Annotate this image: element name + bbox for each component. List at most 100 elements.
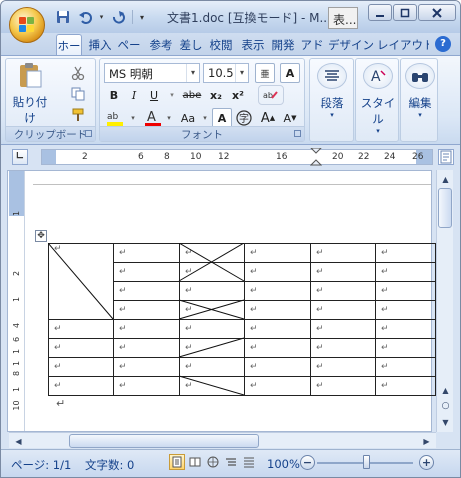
table-cell[interactable]: ↵ [375, 243, 436, 263]
page-count[interactable]: ページ: 1/1 [11, 457, 71, 473]
browse-object-icon[interactable]: ○ [438, 398, 453, 414]
table-row[interactable]: ↵ ↵ ↵ ↵ ↵ ↵ [48, 338, 436, 358]
table-cell[interactable]: ↵ [179, 357, 245, 377]
horizontal-scroll-thumb[interactable] [69, 434, 259, 448]
view-ruler-button[interactable] [438, 149, 454, 165]
table-cell[interactable]: ↵ [375, 300, 436, 320]
zoom-slider-knob[interactable] [363, 455, 370, 469]
superscript-button[interactable]: x² [228, 85, 248, 105]
dialog-launcher-icon[interactable] [85, 130, 92, 137]
indent-marker-icon[interactable] [310, 148, 322, 166]
enclose-char-button[interactable]: 字 [234, 108, 254, 128]
paragraph-button[interactable]: 段落 ▾ [312, 63, 352, 119]
web-layout-view-button[interactable] [205, 454, 221, 470]
table-cell[interactable]: ↵ [375, 281, 436, 301]
table-cell[interactable]: ↵ [310, 281, 376, 301]
vertical-scroll-thumb[interactable] [438, 188, 452, 228]
office-button[interactable] [9, 7, 45, 43]
vertical-scrollbar[interactable]: ▲ ▲ ○ ▼ [436, 170, 453, 432]
table-cell[interactable]: ↵ [113, 338, 180, 358]
tab-references[interactable]: 参考 [147, 34, 175, 55]
tab-addins[interactable]: アド [299, 34, 325, 55]
tab-view[interactable]: 表示 [239, 34, 267, 55]
table-cell[interactable]: ↵ [179, 281, 245, 301]
customize-qat-icon[interactable]: ▾ [137, 8, 147, 26]
italic-button[interactable]: I [124, 85, 144, 105]
ruby-button[interactable]: 亜 [255, 63, 275, 83]
next-page-icon[interactable]: ▼ [438, 414, 453, 430]
table-row[interactable]: ↵ ↵ ↵ ↵ ↵ ↵ [48, 319, 436, 339]
strikethrough-button[interactable]: abe [180, 85, 204, 105]
tab-design[interactable]: デザイン [327, 34, 375, 55]
tab-insert[interactable]: 挿入 [87, 34, 113, 55]
char-border-button[interactable]: A [280, 63, 300, 83]
table-cell[interactable]: ↵ [310, 357, 376, 377]
scroll-up-icon[interactable]: ▲ [438, 171, 453, 187]
bold-button[interactable]: B [104, 85, 124, 105]
table-cell[interactable]: ↵ [48, 376, 114, 396]
tab-developer[interactable]: 開発 [269, 34, 297, 55]
tab-home[interactable]: ホー [56, 34, 82, 55]
table-row[interactable]: ↵ ↵ ↵ ↵ ↵ ↵ [48, 357, 436, 377]
table-cell[interactable]: ↵ [375, 376, 436, 396]
table-cell[interactable]: ↵ [179, 376, 245, 396]
table-move-handle[interactable]: ✥ [35, 230, 47, 242]
table-cell[interactable]: ↵ [244, 262, 311, 282]
table-cell[interactable]: ↵ [48, 243, 114, 320]
copy-button[interactable] [68, 84, 88, 104]
horizontal-ruler[interactable]: 2 6 8 10 12 16 20 22 24 26 [41, 148, 433, 166]
highlight-button[interactable]: ab [104, 108, 128, 128]
table-cell[interactable]: ↵ [244, 243, 311, 263]
cut-button[interactable] [68, 63, 88, 83]
table-cell[interactable]: ↵ [310, 243, 376, 263]
table-row[interactable]: ↵ ↵ ↵ ↵ ↵ ↵ [48, 376, 436, 396]
edit-button[interactable]: 編集 ▾ [401, 63, 439, 119]
table-cell[interactable]: ↵ [375, 262, 436, 282]
tab-review[interactable]: 校閲 [207, 34, 235, 55]
table-cell[interactable]: ↵ [179, 243, 245, 263]
font-name-combo[interactable]: MS 明朝 ▾ [104, 63, 200, 83]
table-cell[interactable]: ↵ [113, 357, 180, 377]
dialog-launcher-icon[interactable] [294, 130, 301, 137]
font-color-button[interactable]: A [142, 108, 164, 128]
vertical-ruler[interactable]: 1 2 1 4 1 6 1 8 1 10 [9, 171, 25, 431]
table-cell[interactable]: ↵ [375, 319, 436, 339]
zoom-level[interactable]: 100% [267, 457, 300, 471]
tab-selector[interactable]: ∟ [12, 149, 28, 165]
help-icon[interactable]: ? [435, 36, 451, 52]
scroll-left-icon[interactable]: ◀ [11, 433, 26, 449]
change-case-button[interactable]: Aa [176, 108, 200, 128]
subscript-button[interactable]: x₂ [206, 85, 226, 105]
table-cell[interactable]: ↵ [113, 319, 180, 339]
prev-page-icon[interactable]: ▲ [438, 382, 453, 398]
table-cell[interactable]: ↵ [310, 319, 376, 339]
table-cell[interactable]: ↵ [310, 376, 376, 396]
full-screen-view-button[interactable] [187, 454, 203, 470]
minimize-button[interactable] [368, 4, 392, 21]
underline-button[interactable]: U [144, 85, 164, 105]
table-cell[interactable]: ↵ [244, 319, 311, 339]
table-cell[interactable]: ↵ [244, 300, 311, 320]
tab-page-layout[interactable]: ペー [115, 34, 143, 55]
undo-button[interactable] [75, 8, 95, 26]
table-cell[interactable]: ↵ [48, 319, 114, 339]
style-button[interactable]: A スタイル ▾ [357, 63, 399, 135]
shrink-font-button[interactable]: A ▼ [280, 108, 300, 128]
highlight-dropdown-icon[interactable]: ▾ [128, 108, 138, 128]
undo-dropdown-icon[interactable]: ▾ [97, 8, 106, 26]
outline-view-button[interactable] [223, 454, 239, 470]
table-cell[interactable]: ↵ [179, 262, 245, 282]
word-count[interactable]: 文字数: 0 [85, 457, 134, 473]
zoom-in-button[interactable]: + [419, 455, 434, 470]
table-cell[interactable]: ↵ [113, 262, 180, 282]
table-cell[interactable]: ↵ [179, 319, 245, 339]
draft-view-button[interactable] [241, 454, 257, 470]
save-button[interactable] [53, 8, 73, 26]
restore-button[interactable] [393, 4, 417, 21]
table-cell[interactable]: ↵ [113, 243, 180, 263]
table-cell[interactable]: ↵ [48, 338, 114, 358]
clear-format-button[interactable]: ab [258, 85, 284, 105]
table-cell[interactable]: ↵ [375, 338, 436, 358]
table-cell[interactable]: ↵ [244, 281, 311, 301]
table-cell[interactable]: ↵ [310, 262, 376, 282]
